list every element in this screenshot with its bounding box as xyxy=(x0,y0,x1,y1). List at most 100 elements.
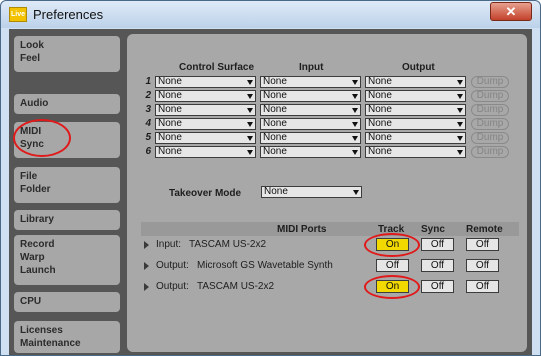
live-app-icon: Live xyxy=(9,7,27,22)
control-surface-select[interactable]: None xyxy=(155,146,256,158)
column-header-input: Input xyxy=(299,62,324,73)
dropdown-arrow-icon xyxy=(457,122,463,127)
sidebar-item-label: Launch xyxy=(20,265,56,276)
dropdown-arrow-icon xyxy=(352,136,358,141)
select-value: None xyxy=(158,146,182,157)
midi-sync-panel: Control Surface Input Output 1 None None… xyxy=(127,34,527,352)
dump-button[interactable]: Dump xyxy=(471,76,509,88)
control-surface-select[interactable]: None xyxy=(155,76,256,88)
row-number: 5 xyxy=(145,132,151,143)
sidebar-item-file-folder[interactable]: File Folder xyxy=(14,167,120,203)
select-value: None xyxy=(158,132,182,143)
takeover-mode-select[interactable]: None xyxy=(261,186,362,198)
dropdown-arrow-icon xyxy=(247,136,253,141)
sidebar-item-label: Folder xyxy=(20,184,51,195)
dump-button[interactable]: Dump xyxy=(471,90,509,102)
port-direction: Output: xyxy=(156,260,189,271)
select-value: None xyxy=(263,90,287,101)
takeover-mode-label: Takeover Mode xyxy=(169,188,242,199)
title-bar[interactable]: Live Preferences ✕ xyxy=(1,1,540,28)
output-select[interactable]: None xyxy=(365,146,466,158)
input-select[interactable]: None xyxy=(260,118,361,130)
dropdown-arrow-icon xyxy=(247,94,253,99)
dump-button[interactable]: Dump xyxy=(471,118,509,130)
dropdown-arrow-icon xyxy=(352,80,358,85)
track-toggle[interactable]: On xyxy=(376,280,409,293)
track-toggle[interactable]: Off xyxy=(376,259,409,272)
remote-toggle[interactable]: Off xyxy=(466,259,499,272)
select-value: None xyxy=(368,146,392,157)
input-select[interactable]: None xyxy=(260,104,361,116)
port-direction: Output: xyxy=(156,281,189,292)
window-title: Preferences xyxy=(33,7,104,22)
dropdown-arrow-icon xyxy=(457,94,463,99)
sidebar-item-midi-sync[interactable]: MIDI Sync xyxy=(14,122,120,158)
remote-toggle[interactable]: Off xyxy=(466,280,499,293)
sidebar-item-licenses-maintenance[interactable]: Licenses Maintenance xyxy=(14,321,120,353)
dump-button[interactable]: Dump xyxy=(471,146,509,158)
select-value: None xyxy=(263,118,287,129)
preferences-content: Look Feel Audio MIDI Sync File Folder Li… xyxy=(9,29,532,355)
row-number: 3 xyxy=(145,104,151,115)
column-header-control-surface: Control Surface xyxy=(179,62,255,73)
control-surface-select[interactable]: None xyxy=(155,132,256,144)
control-surface-select[interactable]: None xyxy=(155,104,256,116)
expand-triangle-icon[interactable] xyxy=(144,283,149,291)
sidebar-item-audio[interactable]: Audio xyxy=(14,94,120,114)
sidebar-item-label: Sync xyxy=(20,139,44,150)
track-toggle[interactable]: On xyxy=(376,238,409,251)
input-select[interactable]: None xyxy=(260,132,361,144)
select-value: None xyxy=(368,90,392,101)
row-number: 1 xyxy=(145,76,151,87)
dump-button[interactable]: Dump xyxy=(471,104,509,116)
output-select[interactable]: None xyxy=(365,76,466,88)
column-header-remote: Remote xyxy=(466,224,503,235)
select-value: None xyxy=(158,90,182,101)
dump-button[interactable]: Dump xyxy=(471,132,509,144)
sidebar-item-library[interactable]: Library xyxy=(14,210,120,230)
dropdown-arrow-icon xyxy=(352,122,358,127)
control-surface-select[interactable]: None xyxy=(155,118,256,130)
remote-toggle[interactable]: Off xyxy=(466,238,499,251)
select-value: None xyxy=(368,76,392,87)
sidebar-item-label: Feel xyxy=(20,53,41,64)
sync-toggle[interactable]: Off xyxy=(421,238,454,251)
select-value: None xyxy=(368,104,392,115)
expand-triangle-icon[interactable] xyxy=(144,241,149,249)
output-select[interactable]: None xyxy=(365,118,466,130)
preferences-sidebar: Look Feel Audio MIDI Sync File Folder Li… xyxy=(14,34,124,354)
sync-toggle[interactable]: Off xyxy=(421,259,454,272)
select-value: None xyxy=(158,104,182,115)
select-value: None xyxy=(263,104,287,115)
dropdown-arrow-icon xyxy=(457,136,463,141)
sidebar-item-cpu[interactable]: CPU xyxy=(14,292,120,312)
dropdown-arrow-icon xyxy=(247,80,253,85)
output-select[interactable]: None xyxy=(365,104,466,116)
dropdown-arrow-icon xyxy=(352,94,358,99)
select-value: None xyxy=(368,132,392,143)
row-number: 2 xyxy=(145,90,151,101)
sidebar-item-record-warp-launch[interactable]: Record Warp Launch xyxy=(14,235,120,285)
dropdown-arrow-icon xyxy=(247,150,253,155)
dropdown-arrow-icon xyxy=(352,150,358,155)
sidebar-item-label: Licenses xyxy=(20,325,63,336)
sidebar-item-look-feel[interactable]: Look Feel xyxy=(14,36,120,72)
sidebar-item-label: Library xyxy=(20,214,54,225)
port-name: Microsoft GS Wavetable Synth xyxy=(197,260,333,271)
row-number: 4 xyxy=(145,118,151,129)
control-surface-select[interactable]: None xyxy=(155,90,256,102)
sidebar-item-label: File xyxy=(20,171,38,182)
dropdown-arrow-icon xyxy=(457,108,463,113)
input-select[interactable]: None xyxy=(260,90,361,102)
select-value: None xyxy=(158,118,182,129)
output-select[interactable]: None xyxy=(365,90,466,102)
sync-toggle[interactable]: Off xyxy=(421,280,454,293)
select-value: None xyxy=(263,146,287,157)
expand-triangle-icon[interactable] xyxy=(144,262,149,270)
input-select[interactable]: None xyxy=(260,76,361,88)
sidebar-item-label: Maintenance xyxy=(20,338,81,349)
select-value: None xyxy=(368,118,392,129)
output-select[interactable]: None xyxy=(365,132,466,144)
input-select[interactable]: None xyxy=(260,146,361,158)
close-button[interactable]: ✕ xyxy=(490,2,532,21)
